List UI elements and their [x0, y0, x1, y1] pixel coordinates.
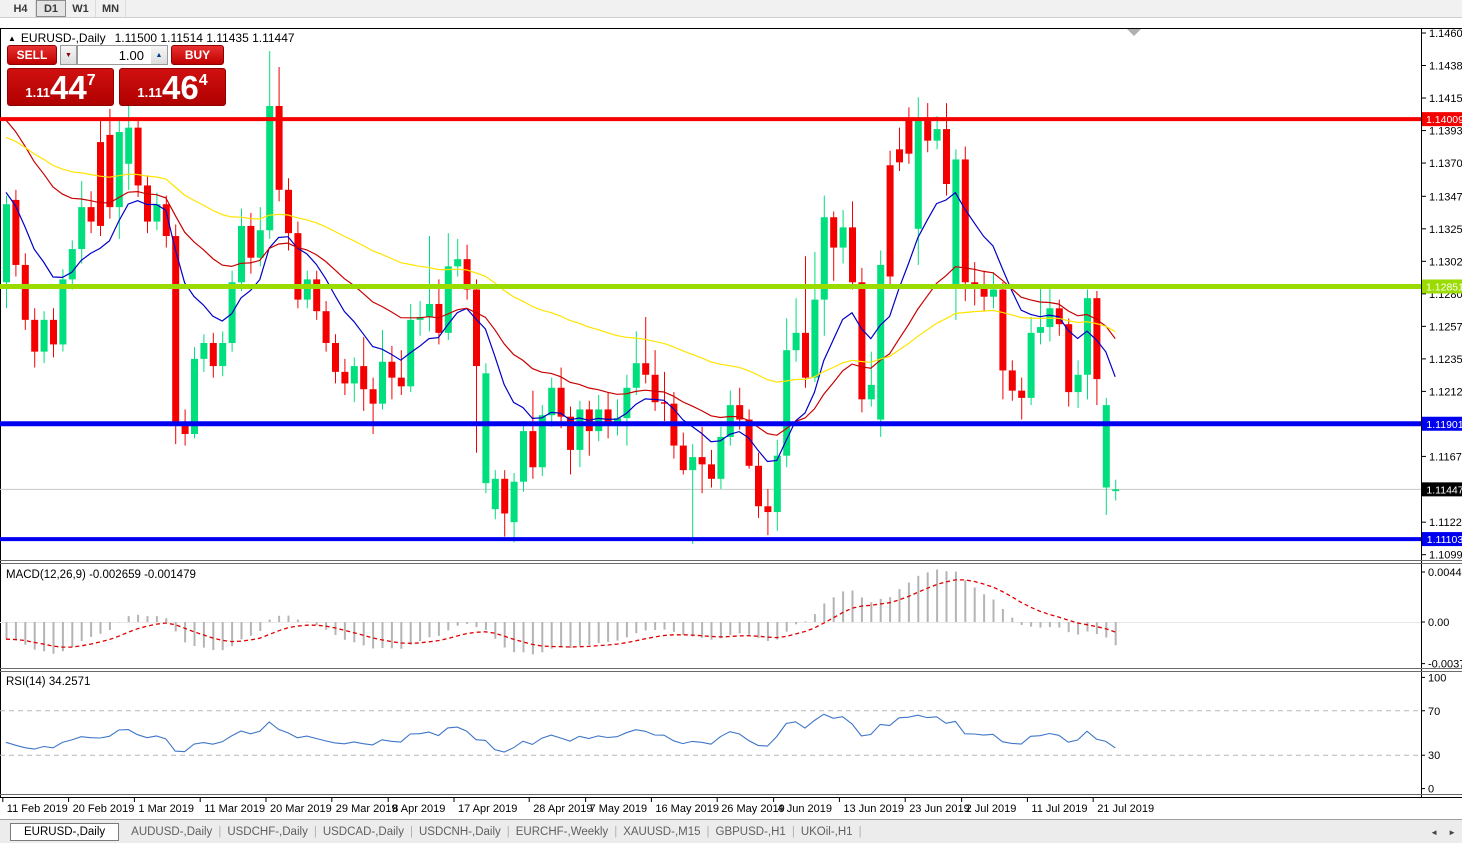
tab-usdcnh-daily[interactable]: USDCNH-,Daily	[413, 826, 507, 838]
rsi-axis-label: 100	[1428, 672, 1446, 684]
date-axis-label: 21 Jul 2019	[1097, 803, 1154, 815]
tab-eurchf-weekly[interactable]: EURCHF-,Weekly	[510, 826, 614, 838]
one-click-trading-panel: SELL ▼ ▲ BUY 1.11 44 7 1.11 46 4	[7, 45, 227, 106]
macd-axis-label: 0.004465	[1428, 567, 1462, 579]
rsi-indicator-label: RSI(14) 34.2571	[6, 676, 90, 688]
price-axis-label: 1.14155	[1429, 93, 1462, 105]
date-axis-label: 17 Apr 2019	[458, 803, 517, 815]
volume-input[interactable]	[77, 45, 151, 65]
date-axis-label: 26 May 2019	[721, 803, 785, 815]
tab-separator: |	[859, 826, 862, 838]
date-axis-label: 20 Mar 2019	[270, 803, 332, 815]
price-axis-label: 1.11220	[1429, 517, 1462, 529]
buy-quote-panel[interactable]: 1.11 46 4	[119, 68, 226, 106]
collapse-triangle-icon[interactable]: ▲	[8, 34, 16, 43]
chart-ohlc-values: 1.11500 1.11514 1.11435 1.11447	[115, 31, 295, 45]
chart-header: ▲ EURUSD-,Daily 1.11500 1.11514 1.11435 1.…	[8, 31, 295, 45]
date-axis-label: 13 Jun 2019	[843, 803, 904, 815]
tab-ukoil-h1[interactable]: UKOil-,H1	[795, 826, 859, 838]
price-axis-label: 1.14605	[1429, 28, 1462, 40]
price-level-badge: 1.12851	[1426, 281, 1462, 293]
price-axis-label: 1.13930	[1429, 126, 1462, 138]
price-axis-label: 1.13250	[1429, 224, 1462, 236]
tab-scroll-right-button[interactable]: ►	[1448, 828, 1456, 837]
rsi-axis-label: 30	[1428, 750, 1440, 762]
symbol-tab-strip: EURUSD-,Daily AUDUSD-,Daily | USDCHF-,Da…	[0, 819, 1462, 843]
buy-button[interactable]: BUY	[171, 45, 224, 65]
date-axis-label: 7 May 2019	[590, 803, 647, 815]
price-axis-label: 1.13705	[1429, 158, 1462, 170]
price-axis-label: 1.12575	[1429, 321, 1462, 333]
date-axis-label: 8 Apr 2019	[392, 803, 445, 815]
date-axis-label: 1 Mar 2019	[138, 803, 194, 815]
price-level-badge: 1.14009	[1426, 114, 1462, 126]
date-axis-label: 16 May 2019	[655, 803, 719, 815]
date-axis-label: 11 Mar 2019	[204, 803, 265, 815]
date-axis-label: 11 Jul 2019	[1031, 803, 1087, 815]
date-axis-label: 23 Jun 2019	[909, 803, 970, 815]
sell-price-prefix: 1.11	[25, 85, 50, 100]
date-axis-label: 4 Jun 2019	[778, 803, 832, 815]
date-axis-label: 29 Mar 2019	[336, 803, 398, 815]
macd-axis-label: 0.00	[1428, 617, 1449, 629]
candles-layer	[3, 51, 1119, 544]
date-axis-label: 11 Feb 2019	[7, 803, 68, 815]
buy-price-big: 46	[162, 73, 199, 103]
tab-scroll-left-button[interactable]: ◄	[1430, 828, 1438, 837]
tab-usdchf-daily[interactable]: USDCHF-,Daily	[221, 826, 314, 838]
macd-indicator-label: MACD(12,26,9) -0.002659 -0.001479	[6, 569, 196, 581]
date-axis-label: 28 Apr 2019	[533, 803, 592, 815]
rsi-axis-label: 0	[1428, 784, 1434, 796]
sell-price-big: 44	[50, 73, 87, 103]
price-axis-label: 1.14380	[1429, 61, 1462, 73]
price-axis-label: 1.13025	[1429, 256, 1462, 268]
chart-canvas[interactable]: 1.14605 1.14380 1.14155 1.13930 1.13705 1.134…	[0, 0, 1462, 843]
volume-decrease-button[interactable]: ▼	[60, 45, 77, 65]
buy-price-prefix: 1.11	[137, 85, 162, 100]
price-axis-label: 1.10995	[1429, 550, 1462, 562]
sell-price-sup: 7	[87, 72, 96, 90]
chart-title: EURUSD-,Daily	[21, 31, 106, 45]
tab-eurusd-daily[interactable]: EURUSD-,Daily	[10, 823, 119, 841]
chart-shift-marker-icon	[1127, 29, 1141, 36]
price-level-badge: 1.11901	[1426, 419, 1462, 431]
volume-increase-button[interactable]: ▲	[151, 45, 168, 65]
date-axis-label: 2 Jul 2019	[966, 803, 1017, 815]
buy-price-sup: 4	[199, 72, 208, 90]
date-axis-label: 20 Feb 2019	[73, 803, 135, 815]
price-level-badge: 1.11103	[1427, 534, 1462, 546]
price-level-badge: 1.11447	[1426, 484, 1462, 496]
rsi-axis-label: 70	[1428, 706, 1440, 718]
sell-button[interactable]: SELL	[7, 45, 57, 65]
macd-axis-label: -0.003715	[1428, 659, 1462, 671]
tab-audusd-daily[interactable]: AUDUSD-,Daily	[125, 826, 218, 838]
price-axis-label: 1.13475	[1429, 191, 1462, 203]
price-axis-label: 1.11675	[1429, 451, 1462, 463]
tab-xauusd-m15[interactable]: XAUUSD-,M15	[617, 826, 706, 838]
price-axis-label: 1.12350	[1429, 354, 1462, 366]
rsi-line	[6, 714, 1115, 752]
sell-quote-panel[interactable]: 1.11 44 7	[7, 68, 114, 106]
tab-usdcad-daily[interactable]: USDCAD-,Daily	[317, 826, 410, 838]
price-axis-label: 1.12125	[1429, 386, 1462, 398]
tab-gbpusd-h1[interactable]: GBPUSD-,H1	[710, 826, 792, 838]
